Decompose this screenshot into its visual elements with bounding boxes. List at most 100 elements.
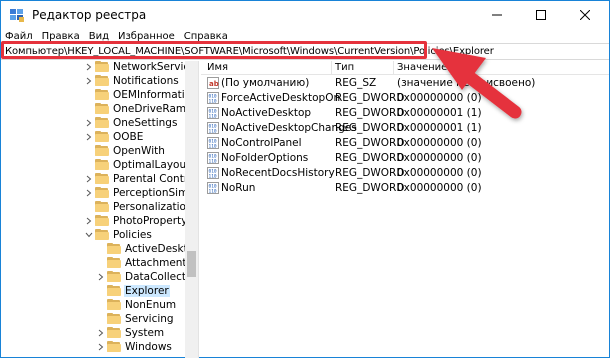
menu-favorites[interactable]: Избранное xyxy=(118,31,175,42)
tree-item[interactable]: PerceptionSimulatio xyxy=(84,186,198,200)
folder-icon xyxy=(95,215,110,227)
tree-item-label: Windows xyxy=(125,341,172,353)
tree-item[interactable]: Personalization xyxy=(84,200,194,214)
value-type: REG_DWORD xyxy=(335,137,405,149)
tree-item[interactable]: OneSettings xyxy=(84,116,178,130)
tree-item[interactable]: OneDriveRamps xyxy=(84,102,198,116)
tree-item[interactable]: ActiveDesktop xyxy=(96,242,198,256)
chevron-right-icon[interactable] xyxy=(84,172,93,186)
chevron-right-icon[interactable] xyxy=(84,74,93,88)
svg-text:110: 110 xyxy=(209,114,217,120)
tree-item[interactable]: Servicing xyxy=(96,312,175,326)
folder-icon xyxy=(107,243,122,255)
folder-icon xyxy=(107,285,122,297)
chevron-right-icon[interactable] xyxy=(84,130,93,144)
tree-item-label: Personalization xyxy=(113,201,193,213)
value-type: REG_DWORD xyxy=(335,182,405,194)
value-type: REG_DWORD xyxy=(335,107,405,119)
value-name: ForceActiveDesktopOn xyxy=(221,92,341,104)
tree-item[interactable]: System xyxy=(96,326,165,340)
dword-value-icon: 010 110 xyxy=(207,167,219,180)
registry-editor-icon xyxy=(10,9,24,22)
value-row[interactable]: 010 110 NoFolderOptions REG_DWORD 0x00000000… xyxy=(201,151,609,165)
value-row[interactable]: 010 110 NoControlPanel REG_DWORD 0x00000000 … xyxy=(201,136,609,150)
tree-item[interactable]: Windows xyxy=(96,340,173,354)
value-type: REG_DWORD xyxy=(335,92,405,104)
menu-view[interactable]: Вид xyxy=(89,31,109,42)
tree-item[interactable]: OptimalLayout xyxy=(84,158,191,172)
folder-icon xyxy=(107,257,122,269)
folder-icon xyxy=(95,187,110,199)
tree-item[interactable]: OOBE xyxy=(84,130,144,144)
value-name: NoRun xyxy=(221,182,256,194)
tree-item[interactable]: Explorer xyxy=(96,284,170,298)
value-row[interactable]: ab (По умолчанию) REG_SZ (значение не присв… xyxy=(201,76,609,90)
tree-item[interactable]: PhotoPropertyHand xyxy=(84,214,198,228)
chevron-right-icon[interactable] xyxy=(84,116,93,130)
chevron-right-icon[interactable] xyxy=(84,186,93,200)
tree-scrollbar-thumb[interactable] xyxy=(187,251,196,277)
value-name: NoControlPanel xyxy=(221,137,302,149)
tree-item[interactable]: OpenWith xyxy=(84,144,166,158)
value-name: NoActiveDesktop xyxy=(221,107,312,119)
svg-text:110: 110 xyxy=(209,159,217,165)
tree-item[interactable]: Notifications xyxy=(84,74,180,88)
value-row[interactable]: 010 110 NoActiveDesktop REG_DWORD 0x00000001… xyxy=(201,106,609,120)
minimize-icon xyxy=(492,14,502,16)
tree-item-label: OneSettings xyxy=(113,117,178,129)
tree-item-label: Servicing xyxy=(125,313,174,325)
close-button[interactable] xyxy=(563,1,607,29)
chevron-right-icon[interactable] xyxy=(84,61,93,74)
value-name: (По умолчанию) xyxy=(221,77,310,89)
title-bar[interactable]: Редактор реестра xyxy=(1,1,609,29)
menu-file[interactable]: Файл xyxy=(5,31,33,42)
chevron-right-icon[interactable] xyxy=(84,214,93,228)
minimize-button[interactable] xyxy=(475,1,519,29)
value-type: REG_DWORD xyxy=(335,152,405,164)
key-tree: NetworkServiceTriggNotificationsOEMInfor… xyxy=(1,61,199,358)
value-name: NoFolderOptions xyxy=(221,152,309,164)
chevron-right-icon[interactable] xyxy=(96,340,105,354)
folder-icon xyxy=(107,327,122,339)
chevron-right-icon[interactable] xyxy=(96,270,105,284)
value-row[interactable]: 010 110 NoRecentDocsHistory REG_DWORD 0x0000… xyxy=(201,166,609,180)
value-row[interactable]: 010 110 ForceActiveDesktopOn REG_DWORD 0x000… xyxy=(201,91,609,105)
folder-icon xyxy=(95,201,110,213)
folder-icon xyxy=(95,117,110,129)
tree-item[interactable]: Attachments xyxy=(96,256,193,270)
value-row[interactable]: 010 110 NoRun REG_DWORD 0x00000000 (0) xyxy=(201,181,609,195)
tree-item[interactable]: OEMInformation xyxy=(84,88,198,102)
value-row[interactable]: 010 110 NoActiveDesktopChanges REG_DWORD 0x0… xyxy=(201,121,609,135)
tree-item-label: Attachments xyxy=(125,257,193,269)
column-separator[interactable] xyxy=(331,61,332,75)
folder-icon xyxy=(95,229,110,241)
value-type: REG_DWORD xyxy=(335,122,405,134)
tree-item-label: System xyxy=(125,327,165,339)
column-type-header[interactable]: Тип xyxy=(335,62,354,73)
menu-edit[interactable]: Правка xyxy=(42,31,80,42)
tree-item[interactable]: DataCollection xyxy=(96,270,198,284)
tree-item[interactable]: Parental Controls xyxy=(84,172,198,186)
menu-help[interactable]: Справка xyxy=(184,31,228,42)
tree-item[interactable]: Policies xyxy=(84,228,153,242)
column-separator[interactable] xyxy=(393,61,394,75)
tree-item[interactable]: NetworkServiceTrigg xyxy=(84,61,198,74)
column-value-header[interactable]: Значение xyxy=(397,62,447,73)
folder-icon xyxy=(95,89,110,101)
column-name-header[interactable]: Имя xyxy=(207,62,228,73)
chevron-right-icon[interactable] xyxy=(96,326,105,340)
tree-item-label: OptimalLayout xyxy=(113,159,191,171)
address-highlight-box xyxy=(1,41,427,59)
tree-scrollbar[interactable] xyxy=(185,61,198,358)
folder-icon xyxy=(95,173,110,185)
value-data: 0x00000000 (0) xyxy=(397,152,482,164)
svg-text:110: 110 xyxy=(209,99,217,105)
tree-item[interactable]: NonEnum xyxy=(96,298,177,312)
tree-item-label: Explorer xyxy=(124,285,170,297)
folder-icon xyxy=(107,299,122,311)
maximize-button[interactable] xyxy=(519,1,563,29)
chevron-down-icon[interactable] xyxy=(84,228,93,242)
